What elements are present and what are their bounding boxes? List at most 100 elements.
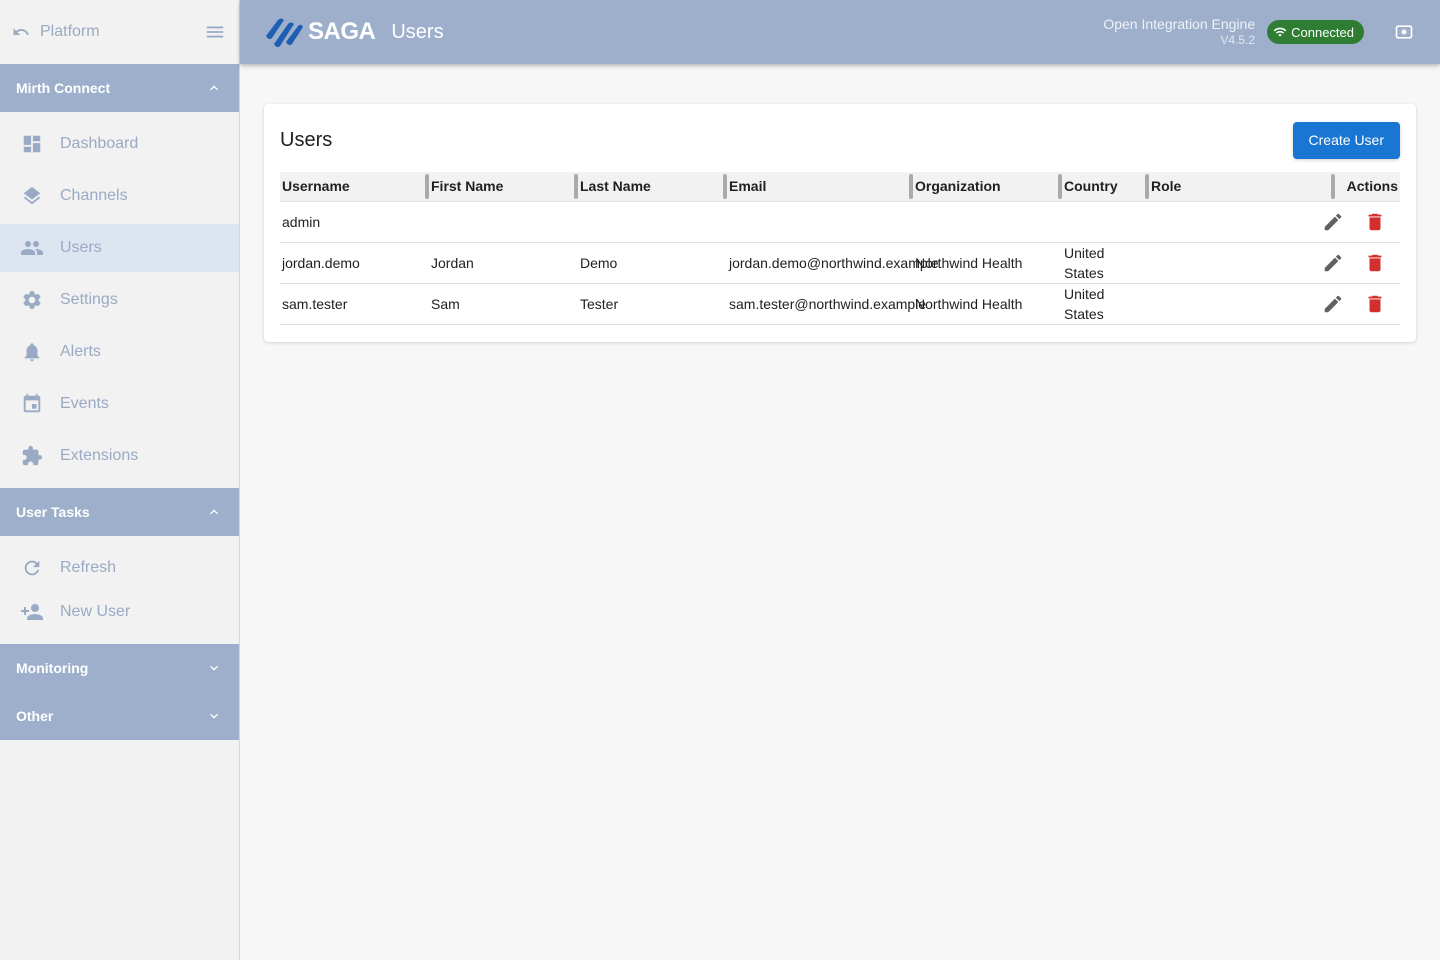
section-title: Monitoring — [16, 660, 89, 676]
gear-icon — [20, 288, 44, 312]
card-title: Users — [280, 128, 333, 151]
logout-icon[interactable] — [1392, 20, 1416, 44]
cell-last-name: Tester — [578, 283, 727, 325]
cell-email — [727, 200, 913, 243]
cell-organization: Northwind Health — [913, 242, 1062, 284]
undo-icon[interactable] — [12, 22, 32, 42]
refresh-icon — [20, 556, 44, 580]
column-label: Actions — [1346, 178, 1398, 195]
cell-country — [1062, 200, 1149, 243]
sidebar-item-label: Events — [60, 395, 109, 412]
sidebar-item-alerts[interactable]: Alerts — [0, 328, 239, 376]
task-label: New User — [60, 603, 131, 620]
delete-trash-icon[interactable] — [1364, 210, 1386, 234]
hamburger-menu-icon[interactable] — [203, 20, 227, 44]
table-row[interactable]: admin — [280, 200, 1400, 243]
column-header-last-name[interactable]: Last Name — [578, 172, 727, 201]
chevron-up-icon — [205, 503, 223, 521]
layers-icon — [20, 184, 44, 208]
cell-role — [1149, 200, 1335, 243]
page-title: Users — [391, 20, 444, 43]
sidebar-item-events[interactable]: Events — [0, 380, 239, 428]
cell-username: sam.tester — [280, 283, 429, 325]
create-user-button[interactable]: Create User — [1292, 121, 1400, 159]
column-label: Username — [282, 178, 350, 195]
sidebar-item-users[interactable]: Users — [0, 224, 239, 272]
bell-icon — [20, 340, 44, 364]
dashboard-icon — [20, 132, 44, 156]
edit-pencil-icon[interactable] — [1322, 292, 1344, 316]
engine-info: Open Integration Engine V4.5.2 — [1103, 16, 1255, 48]
sidebar-item-dashboard[interactable]: Dashboard — [0, 120, 239, 168]
cell-organization — [913, 200, 1062, 243]
column-header-actions: Actions — [1335, 172, 1400, 201]
cell-actions — [1324, 283, 1400, 325]
cell-country: United States — [1062, 283, 1149, 325]
section-mirth-connect[interactable]: Mirth Connect — [0, 64, 239, 112]
person-add-icon — [20, 600, 44, 624]
section-other[interactable]: Other — [0, 692, 239, 740]
card-header: Users Create User — [280, 120, 1400, 160]
column-header-email[interactable]: Email — [727, 172, 913, 201]
engine-version: V4.5.2 — [1220, 33, 1256, 47]
section-user-tasks[interactable]: User Tasks — [0, 488, 239, 536]
cell-email: sam.tester@northwind.example — [727, 283, 926, 325]
cell-last-name: Demo — [578, 242, 727, 284]
column-label: First Name — [431, 178, 504, 195]
cell-country: United States — [1062, 242, 1149, 284]
edit-pencil-icon[interactable] — [1322, 251, 1344, 275]
sidebar-item-settings[interactable]: Settings — [0, 276, 239, 324]
calendar-icon — [20, 392, 44, 416]
section-title: User Tasks — [16, 504, 90, 520]
column-header-username[interactable]: Username — [280, 172, 429, 201]
task-new-user[interactable]: New User — [0, 590, 239, 634]
task-label: Refresh — [60, 559, 117, 576]
sidebar: Platform Mirth Connect Dashboard Channel… — [0, 0, 240, 960]
puzzle-icon — [20, 444, 44, 468]
column-label: Country — [1064, 178, 1118, 195]
saga-logo: SAGA — [264, 16, 376, 48]
cell-last-name — [578, 200, 727, 243]
table-row[interactable]: jordan.demo Jordan Demo jordan.demo@nort… — [280, 242, 1400, 284]
app-header: SAGA Users Open Integration Engine V4.5.… — [240, 0, 1440, 64]
wifi-icon — [1273, 25, 1287, 39]
sidebar-item-label: Users — [60, 239, 102, 256]
task-refresh[interactable]: Refresh — [0, 546, 239, 590]
section-mirth-connect-body: Dashboard Channels Users Settings Alerts — [0, 112, 239, 488]
table-row[interactable]: sam.tester Sam Tester sam.tester@northwi… — [280, 283, 1400, 325]
column-header-organization[interactable]: Organization — [913, 172, 1062, 201]
section-title: Other — [16, 708, 54, 724]
cell-role — [1149, 242, 1335, 284]
platform-link[interactable]: Platform — [40, 23, 203, 41]
column-label: Organization — [915, 178, 1001, 195]
section-title: Mirth Connect — [16, 80, 111, 96]
edit-pencil-icon[interactable] — [1322, 210, 1344, 234]
cell-organization: Northwind Health — [913, 283, 1062, 325]
cell-username: admin — [280, 200, 429, 243]
sidebar-item-label: Alerts — [60, 343, 101, 360]
cell-actions — [1324, 200, 1400, 243]
cell-actions — [1324, 242, 1400, 284]
delete-trash-icon[interactable] — [1364, 251, 1386, 275]
column-header-role[interactable]: Role — [1149, 172, 1335, 201]
table-header-row: Username First Name Last Name Email Orga… — [280, 172, 1400, 201]
sidebar-item-label: Channels — [60, 187, 128, 204]
cell-first-name: Jordan — [429, 242, 578, 284]
section-user-tasks-body: Refresh New User — [0, 536, 239, 644]
sidebar-item-extensions[interactable]: Extensions — [0, 432, 239, 480]
column-label: Role — [1151, 178, 1182, 195]
chevron-down-icon — [205, 659, 223, 677]
connection-status-label: Connected — [1291, 24, 1354, 40]
section-monitoring[interactable]: Monitoring — [0, 644, 239, 692]
column-header-country[interactable]: Country — [1062, 172, 1149, 201]
cell-username: jordan.demo — [280, 242, 429, 284]
users-card: Users Create User Username First Name La… — [264, 104, 1416, 342]
sidebar-item-label: Dashboard — [60, 135, 139, 152]
column-label: Last Name — [580, 178, 651, 195]
delete-trash-icon[interactable] — [1364, 292, 1386, 316]
cell-email: jordan.demo@northwind.example — [727, 242, 939, 284]
column-header-first-name[interactable]: First Name — [429, 172, 578, 201]
engine-name: Open Integration Engine — [1103, 16, 1256, 32]
sidebar-item-channels[interactable]: Channels — [0, 172, 239, 220]
cell-first-name — [429, 200, 578, 243]
